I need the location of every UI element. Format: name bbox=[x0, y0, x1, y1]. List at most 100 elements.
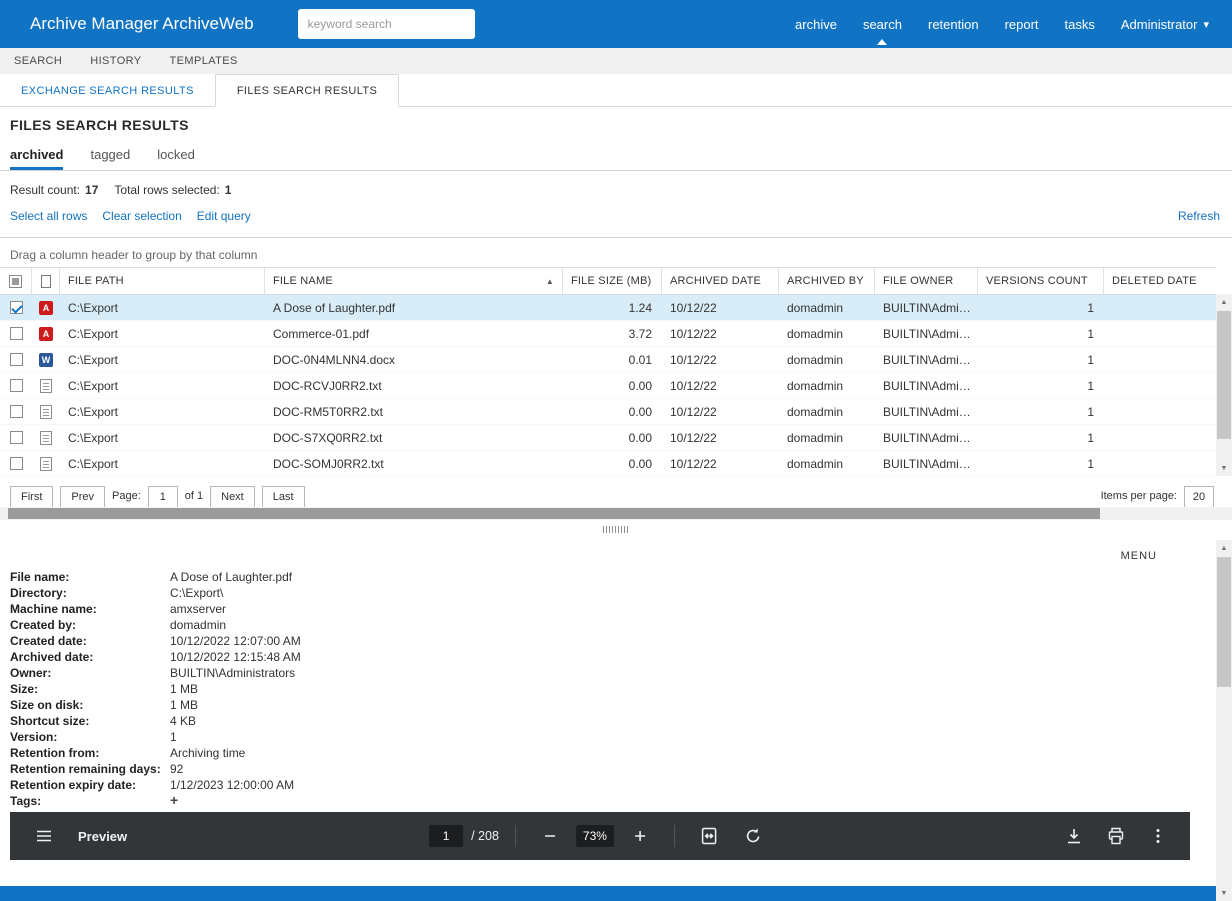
scroll-down-icon[interactable] bbox=[1216, 460, 1232, 476]
nav-retention[interactable]: retention bbox=[915, 0, 992, 48]
cell-versions-count: 1 bbox=[978, 301, 1104, 315]
top-header: Archive Manager ArchiveWeb archive searc… bbox=[0, 0, 1232, 48]
details-scrollbar-thumb[interactable] bbox=[1217, 557, 1231, 687]
table-row[interactable]: W C:\Export DOC-0N4MLNN4.docx 0.01 10/12… bbox=[0, 347, 1216, 373]
pdf-menu-icon[interactable] bbox=[26, 818, 62, 854]
horizontal-scrollbar[interactable] bbox=[0, 507, 1232, 520]
scroll-up-icon[interactable] bbox=[1216, 540, 1232, 556]
table-row[interactable]: C:\Export DOC-RM5T0RR2.txt 0.00 10/12/22… bbox=[0, 399, 1216, 425]
rotate-icon[interactable] bbox=[735, 818, 771, 854]
nav-archive[interactable]: archive bbox=[782, 0, 850, 48]
detail-value: 1/12/2023 12:00:00 AM bbox=[170, 777, 294, 793]
pagination-bar: First Prev Page: of 1 Next Last Items pe… bbox=[0, 486, 1216, 507]
cell-file-owner: BUILTIN\Admi… bbox=[875, 405, 978, 419]
row-checkbox[interactable] bbox=[10, 405, 23, 418]
tab-files-search-results[interactable]: FILES SEARCH RESULTS bbox=[215, 74, 399, 107]
clear-selection-link[interactable]: Clear selection bbox=[102, 209, 181, 223]
sort-ascending-icon: ▲ bbox=[546, 277, 554, 286]
cell-file-size: 0.01 bbox=[563, 353, 662, 367]
detail-label: Retention remaining days: bbox=[10, 761, 170, 777]
detail-label: Created by: bbox=[10, 617, 170, 633]
detail-label: Archived date: bbox=[10, 649, 170, 665]
nav-user-menu[interactable]: Administrator▾ bbox=[1108, 0, 1222, 48]
edit-query-link[interactable]: Edit query bbox=[197, 209, 251, 223]
active-nav-caret-icon bbox=[877, 39, 887, 45]
module-item-history[interactable]: HISTORY bbox=[76, 55, 155, 67]
nav-tasks[interactable]: tasks bbox=[1052, 0, 1108, 48]
detail-value: C:\Export\ bbox=[170, 585, 223, 601]
add-tag-button[interactable]: + bbox=[170, 793, 178, 809]
download-icon[interactable] bbox=[1056, 818, 1092, 854]
row-icon-cell: A bbox=[32, 327, 60, 341]
tab-exchange-search-results[interactable]: EXCHANGE SEARCH RESULTS bbox=[0, 74, 215, 107]
table-row[interactable]: A C:\Export Commerce-01.pdf 3.72 10/12/2… bbox=[0, 321, 1216, 347]
items-per-page-input[interactable] bbox=[1184, 486, 1214, 507]
pdf-zoom-level[interactable]: 73% bbox=[576, 825, 614, 847]
zoom-in-icon[interactable] bbox=[622, 818, 658, 854]
column-header-archived-by[interactable]: ARCHIVED BY bbox=[779, 268, 875, 294]
view-tab-locked[interactable]: locked bbox=[157, 147, 195, 170]
cell-file-name: DOC-RM5T0RR2.txt bbox=[265, 405, 563, 419]
select-all-rows-link[interactable]: Select all rows bbox=[10, 209, 87, 223]
module-item-search[interactable]: SEARCH bbox=[0, 55, 76, 67]
splitter-grip-icon[interactable] bbox=[603, 526, 629, 533]
fit-page-icon[interactable] bbox=[691, 818, 727, 854]
detail-label: Retention from: bbox=[10, 745, 170, 761]
last-page-button[interactable]: Last bbox=[262, 486, 305, 507]
table-row[interactable]: C:\Export DOC-SOMJ0RR2.txt 0.00 10/12/22… bbox=[0, 451, 1216, 477]
selected-count-value: 1 bbox=[225, 183, 232, 197]
column-header-deleted-date[interactable]: DELETED DATE bbox=[1104, 268, 1216, 294]
column-header-file-name[interactable]: FILE NAME▲ bbox=[265, 268, 563, 294]
detail-value: 10/12/2022 12:15:48 AM bbox=[170, 649, 301, 665]
panel-splitter[interactable] bbox=[0, 520, 1232, 540]
more-options-icon[interactable] bbox=[1140, 818, 1176, 854]
column-header-file-path[interactable]: FILE PATH bbox=[60, 268, 265, 294]
detail-field-file-name: File name:A Dose of Laughter.pdf bbox=[10, 569, 301, 585]
table-row[interactable]: C:\Export DOC-RCVJ0RR2.txt 0.00 10/12/22… bbox=[0, 373, 1216, 399]
row-checkbox[interactable] bbox=[10, 327, 23, 340]
view-tab-archived[interactable]: archived bbox=[10, 147, 63, 170]
row-checkbox[interactable] bbox=[10, 431, 23, 444]
first-page-button[interactable]: First bbox=[10, 486, 53, 507]
column-header-archived-date[interactable]: ARCHIVED DATE bbox=[662, 268, 779, 294]
cell-archived-date: 10/12/22 bbox=[662, 457, 779, 471]
module-nav: SEARCH HISTORY TEMPLATES bbox=[0, 48, 1232, 74]
row-checkbox[interactable] bbox=[10, 353, 23, 366]
txt-file-icon bbox=[40, 431, 52, 445]
view-tab-tagged[interactable]: tagged bbox=[90, 147, 130, 170]
table-row[interactable]: C:\Export DOC-S7XQ0RR2.txt 0.00 10/12/22… bbox=[0, 425, 1216, 451]
column-header-versions-count[interactable]: VERSIONS COUNT bbox=[978, 268, 1104, 294]
pdf-page-input[interactable] bbox=[429, 825, 463, 847]
row-checkbox[interactable] bbox=[10, 457, 23, 470]
txt-file-icon bbox=[40, 457, 52, 471]
column-header-file-owner[interactable]: FILE OWNER bbox=[875, 268, 978, 294]
group-by-hint: Drag a column header to group by that co… bbox=[10, 248, 1232, 262]
row-checkbox[interactable] bbox=[10, 301, 23, 314]
zoom-out-icon[interactable] bbox=[532, 818, 568, 854]
table-scrollbar-thumb[interactable] bbox=[1217, 311, 1231, 439]
row-checkbox[interactable] bbox=[10, 379, 23, 392]
details-vertical-scrollbar[interactable] bbox=[1216, 540, 1232, 901]
column-header-file-size[interactable]: FILE SIZE (MB) bbox=[563, 268, 662, 294]
prev-page-button[interactable]: Prev bbox=[60, 486, 105, 507]
detail-field-retention-expiry-date: Retention expiry date:1/12/2023 12:00:00… bbox=[10, 777, 301, 793]
print-icon[interactable] bbox=[1098, 818, 1134, 854]
horizontal-scrollbar-thumb[interactable] bbox=[8, 508, 1100, 519]
table-vertical-scrollbar[interactable] bbox=[1216, 294, 1232, 476]
pdf-toolbar-left: Preview bbox=[10, 818, 127, 854]
keyword-search-input[interactable] bbox=[298, 9, 475, 39]
cell-versions-count: 1 bbox=[978, 405, 1104, 419]
scroll-down-icon[interactable] bbox=[1216, 885, 1232, 901]
nav-report[interactable]: report bbox=[992, 0, 1052, 48]
table-row[interactable]: A C:\Export A Dose of Laughter.pdf 1.24 … bbox=[0, 295, 1216, 321]
nav-search[interactable]: search bbox=[850, 0, 915, 48]
module-item-templates[interactable]: TEMPLATES bbox=[156, 55, 252, 67]
page-title: FILES SEARCH RESULTS bbox=[10, 117, 1232, 133]
refresh-link[interactable]: Refresh bbox=[1178, 209, 1220, 223]
page-number-input[interactable] bbox=[148, 486, 178, 507]
select-all-checkbox[interactable] bbox=[9, 275, 22, 288]
scroll-up-icon[interactable] bbox=[1216, 294, 1232, 310]
cell-file-name: A Dose of Laughter.pdf bbox=[265, 301, 563, 315]
next-page-button[interactable]: Next bbox=[210, 486, 255, 507]
menu-button[interactable]: MENU bbox=[1121, 550, 1157, 562]
